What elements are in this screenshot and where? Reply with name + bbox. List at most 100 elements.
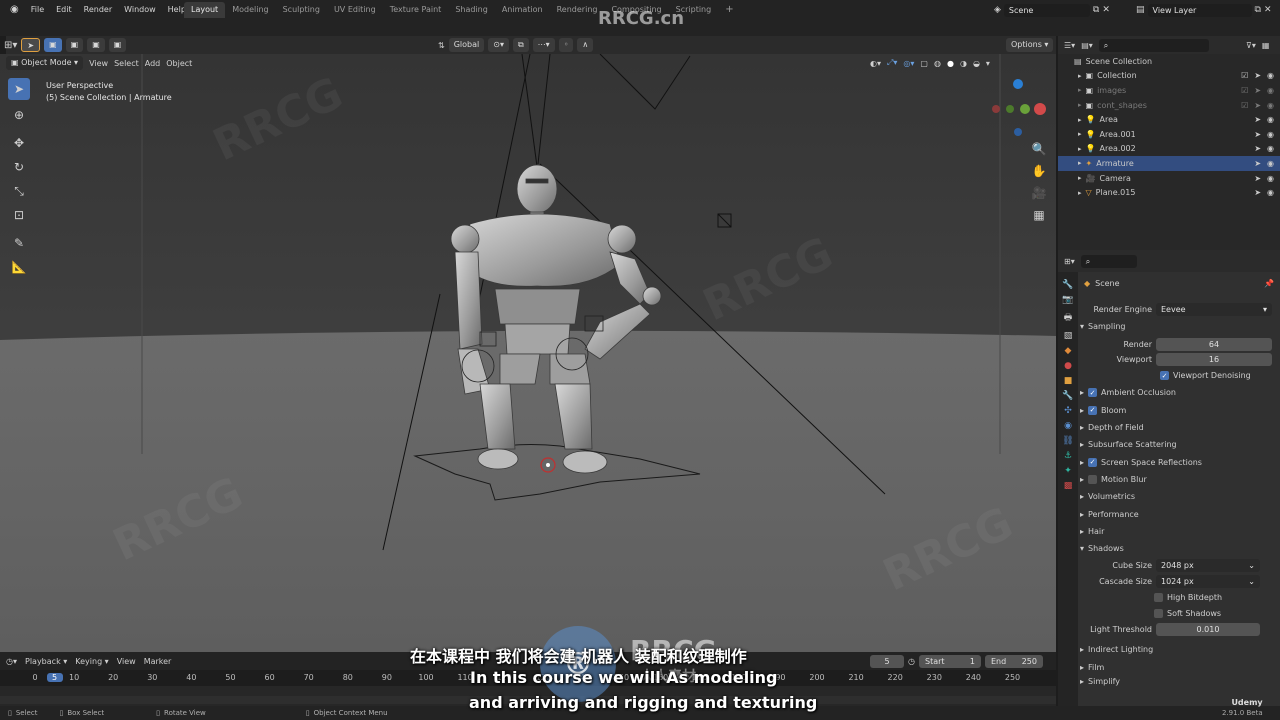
world-tab-icon[interactable]: ● xyxy=(1064,361,1072,371)
move-tool-icon[interactable]: ✥ xyxy=(8,132,30,154)
start-frame-field[interactable]: Start 1 xyxy=(918,654,981,668)
annotate-tool-icon[interactable]: ✎ xyxy=(8,232,30,254)
outliner-item[interactable]: ▸ 🎥 Camera ➤ ◉ xyxy=(1058,171,1280,186)
expand-arrow-icon[interactable]: ▸ xyxy=(1078,174,1082,182)
outliner-item[interactable]: ▸ 💡 Area.002 ➤ ◉ xyxy=(1058,142,1280,157)
blender-logo-icon[interactable]: ◉ xyxy=(4,2,25,18)
mode-dropdown[interactable]: ▣ Object Mode ▾ xyxy=(6,56,84,70)
panel-section-header[interactable]: ▸ ✓ Bloom xyxy=(1080,402,1274,419)
menu-file[interactable]: File xyxy=(25,2,50,18)
preview-range-icon[interactable]: ◷ xyxy=(908,657,915,666)
exclude-checkbox[interactable]: ☑ xyxy=(1241,86,1248,95)
texture-tab-icon[interactable]: ▩ xyxy=(1064,481,1073,491)
marker-menu[interactable]: Marker xyxy=(144,657,172,666)
tab-layout[interactable]: Layout xyxy=(184,2,226,18)
expand-arrow-icon[interactable]: ▸ xyxy=(1078,159,1082,167)
sampling-panel-header[interactable]: ▾ Sampling xyxy=(1080,318,1274,335)
editor-type-icon[interactable]: ⊞▾ xyxy=(4,40,17,51)
shading-options-icon[interactable]: ▾ xyxy=(986,59,990,68)
expand-arrow-icon[interactable]: ▸ xyxy=(1078,116,1082,124)
output-tab-icon[interactable]: 🖶 xyxy=(1064,310,1073,326)
panel-section-header[interactable]: ▸ Hair xyxy=(1080,523,1274,540)
outliner-item[interactable]: ▸ ✦ Armature ➤ ◉ xyxy=(1058,156,1280,171)
view-layer-field[interactable]: View Layer xyxy=(1147,3,1252,17)
outliner-item[interactable]: ▸ 💡 Area.001 ➤ ◉ xyxy=(1058,127,1280,142)
section-enable-checkbox[interactable]: ✓ xyxy=(1088,405,1098,415)
select-mode-invert-icon[interactable]: ▣ xyxy=(108,38,127,52)
menu-select[interactable]: Select xyxy=(114,59,139,68)
outliner-item[interactable]: ▸ ▣ cont_shapes ☑ ➤ ◉ xyxy=(1058,98,1280,113)
panel-section-header[interactable]: ▸ Motion Blur xyxy=(1080,471,1274,488)
expand-arrow-icon[interactable]: ▸ xyxy=(1078,189,1082,197)
exclude-checkbox[interactable]: ☑ xyxy=(1241,71,1248,80)
select-box-tool-icon[interactable]: ➤ xyxy=(8,78,30,100)
tab-rendering[interactable]: Rendering xyxy=(550,2,605,18)
selectable-toggle-icon[interactable]: ➤ xyxy=(1254,174,1261,183)
panel-section-header[interactable]: ▸ Volumetrics xyxy=(1080,488,1274,505)
menu-view[interactable]: View xyxy=(89,59,108,68)
expand-arrow-icon[interactable]: ▸ xyxy=(1078,101,1082,109)
selectable-toggle-icon[interactable]: ➤ xyxy=(1254,101,1261,110)
transform-tool-icon[interactable]: ⊡ xyxy=(8,204,30,226)
section-enable-checkbox[interactable]: ✓ xyxy=(1088,388,1098,398)
select-mode-subtract-icon[interactable]: ▣ xyxy=(87,38,105,52)
keying-menu[interactable]: Keying ▾ xyxy=(75,657,108,666)
indirect-lighting-panel-header[interactable]: ▸ Indirect Lighting xyxy=(1080,641,1274,658)
proportional-toggle[interactable]: ◦ xyxy=(558,38,574,52)
gizmo-toggle-icon[interactable]: ⤢▾ xyxy=(887,58,897,68)
visibility-eye-icon[interactable]: ◉ xyxy=(1267,130,1274,139)
visibility-eye-icon[interactable]: ◉ xyxy=(1267,159,1274,168)
render-tab-icon[interactable]: 📷 xyxy=(1062,295,1073,305)
data-tab-icon[interactable]: ⚓ xyxy=(1064,451,1072,461)
ortho-toggle-icon[interactable]: ▦ xyxy=(1028,204,1050,226)
outliner-type-icon[interactable]: ☰▾ xyxy=(1064,41,1075,50)
outliner-item[interactable]: ▸ 💡 Area ➤ ◉ xyxy=(1058,112,1280,127)
menu-object[interactable]: Object xyxy=(166,59,192,68)
selectable-toggle-icon[interactable]: ➤ xyxy=(1254,71,1261,80)
modifier-tab-icon[interactable]: 🔧 xyxy=(1062,391,1073,401)
add-workspace-button[interactable]: + xyxy=(718,2,740,18)
overlay-toggle-icon[interactable]: ◎▾ xyxy=(903,59,914,68)
viewport-denoising-checkbox[interactable]: ✓ xyxy=(1160,371,1169,381)
timeline-type-icon[interactable]: ◷▾ xyxy=(6,657,17,666)
select-mode-extend-icon[interactable]: ▣ xyxy=(65,38,84,52)
outliner-item[interactable]: ▸ ▣ images ☑ ➤ ◉ xyxy=(1058,83,1280,98)
selectable-toggle-icon[interactable]: ➤ xyxy=(1254,86,1261,95)
object-tab-icon[interactable]: ■ xyxy=(1064,376,1073,386)
visibility-eye-icon[interactable]: ◉ xyxy=(1267,115,1274,124)
tab-texture-paint[interactable]: Texture Paint xyxy=(383,2,449,18)
snap-toggle[interactable]: ⧉ xyxy=(512,38,529,52)
selectable-toggle-icon[interactable]: ➤ xyxy=(1254,188,1261,197)
film-panel-header[interactable]: ▸ Film xyxy=(1080,659,1274,676)
select-tool-icon[interactable]: ➤ xyxy=(21,38,41,52)
scene-tab-icon[interactable]: ◆ xyxy=(1065,346,1072,356)
zoom-icon[interactable]: 🔍 xyxy=(1028,138,1050,160)
visibility-eye-icon[interactable]: ◉ xyxy=(1267,188,1274,197)
section-enable-checkbox[interactable] xyxy=(1088,474,1098,484)
shadows-panel-header[interactable]: ▾ Shadows xyxy=(1080,540,1274,557)
soft-shadows-checkbox[interactable] xyxy=(1154,608,1163,618)
panel-section-header[interactable]: ▸ ✓ Ambient Occlusion xyxy=(1080,384,1274,401)
pan-icon[interactable]: ✋ xyxy=(1028,160,1050,182)
tab-uv-editing[interactable]: UV Editing xyxy=(327,2,383,18)
particles-tab-icon[interactable]: ✣ xyxy=(1064,406,1072,416)
viewport-samples-field[interactable]: 16 xyxy=(1156,353,1272,367)
panel-section-header[interactable]: ▸ Depth of Field xyxy=(1080,419,1274,436)
exclude-checkbox[interactable]: ☑ xyxy=(1241,101,1248,110)
end-frame-field[interactable]: End 250 xyxy=(984,654,1043,668)
expand-arrow-icon[interactable]: ▸ xyxy=(1078,145,1082,153)
visibility-eye-icon[interactable]: ◉ xyxy=(1267,101,1274,110)
visibility-eye-icon[interactable]: ◉ xyxy=(1267,86,1274,95)
tool-tab-icon[interactable]: 🔧 xyxy=(1062,280,1073,290)
panel-section-header[interactable]: ▸ ✓ Screen Space Reflections xyxy=(1080,453,1274,470)
options-dropdown[interactable]: Options ▾ xyxy=(1006,38,1054,52)
view-layer-tab-icon[interactable]: ▧ xyxy=(1064,331,1073,341)
visibility-icon[interactable]: ◐▾ xyxy=(870,59,881,68)
section-enable-checkbox[interactable]: ✓ xyxy=(1088,457,1098,467)
constraints-tab-icon[interactable]: ⛓ xyxy=(1062,436,1073,446)
measure-tool-icon[interactable]: 📐 xyxy=(8,256,30,278)
properties-type-icon[interactable]: ⊞▾ xyxy=(1064,257,1075,266)
physics-tab-icon[interactable]: ◉ xyxy=(1064,421,1072,431)
simplify-panel-header[interactable]: ▸ Simplify xyxy=(1080,676,1274,688)
outliner-item[interactable]: ▸ ▣ Collection ☑ ➤ ◉ xyxy=(1058,69,1280,84)
